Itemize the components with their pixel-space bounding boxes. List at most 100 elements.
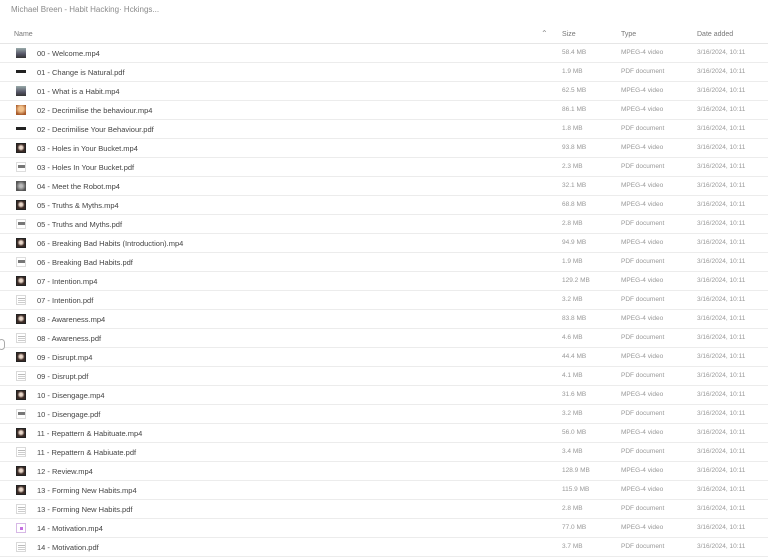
video-thumbnail-icon <box>16 238 26 248</box>
pdf-file-icon <box>16 257 26 267</box>
file-date-added: 3/16/2024, 10:11 <box>697 448 746 455</box>
file-size: 1.8 MB <box>562 125 583 132</box>
video-thumbnail-icon <box>16 105 26 115</box>
file-name: 07 - Intention.mp4 <box>37 277 98 286</box>
file-type: MPEG-4 video <box>621 239 664 246</box>
file-type: MPEG-4 video <box>621 353 664 360</box>
video-thumbnail-icon <box>16 428 26 438</box>
file-row[interactable]: 06 - Breaking Bad Habits.pdf 1.9 MB PDF do… <box>0 253 768 272</box>
video-thumbnail-icon <box>16 352 26 362</box>
file-name: 09 - Disrupt.pdf <box>37 372 89 381</box>
pdf-file-icon <box>16 219 26 229</box>
file-name: 05 - Truths and Myths.pdf <box>37 220 123 229</box>
file-size: 68.8 MB <box>562 201 587 208</box>
file-size: 115.9 MB <box>562 486 590 493</box>
file-type: MPEG-4 video <box>621 106 664 113</box>
file-date-added: 3/16/2024, 10:11 <box>697 543 746 550</box>
file-name: 03 - Holes In Your Bucket.pdf <box>37 163 135 172</box>
file-row[interactable]: 04 - Meet the Robot.mp4 32.1 MB MPEG-4 vid… <box>0 177 768 196</box>
file-name: 02 - Decrimilise Your Behaviour.pdf <box>37 125 154 134</box>
file-size: 3.2 MB <box>562 410 583 417</box>
file-type: MPEG-4 video <box>621 144 664 151</box>
column-header-row: Name ⌃ Size Type Date added <box>0 26 768 44</box>
pdf-file-icon <box>16 124 26 134</box>
file-row[interactable]: 06 - Breaking Bad Habits (Introduction).… <box>0 234 768 253</box>
file-row[interactable]: 10 - Disengage.mp4 31.6 MB MPEG-4 video 3/1… <box>0 386 768 405</box>
file-name: 13 - Forming New Habits.mp4 <box>37 486 137 495</box>
file-row[interactable]: 01 - What is a Habit.mp4 62.5 MB MPEG-4 vi… <box>0 82 768 101</box>
pdf-file-icon <box>16 162 26 172</box>
video-thumbnail-icon <box>16 276 26 286</box>
file-name: 02 - Decrimilise the behaviour.mp4 <box>37 106 153 115</box>
file-type: MPEG-4 video <box>621 182 664 189</box>
file-row[interactable]: 05 - Truths and Myths.pdf 2.8 MB PDF docum… <box>0 215 768 234</box>
file-row[interactable]: 07 - Intention.mp4 129.2 MB MPEG-4 video 3/… <box>0 272 768 291</box>
file-type: PDF document <box>621 410 665 417</box>
file-row[interactable]: 01 - Change is Natural.pdf 1.9 MB PDF docu… <box>0 63 768 82</box>
file-type: PDF document <box>621 258 665 265</box>
chevron-up-icon[interactable]: ⌃ <box>541 29 548 38</box>
file-row[interactable]: 11 - Repattern & Habituate.mp4 56.0 MB MPE… <box>0 424 768 443</box>
file-row[interactable]: 08 - Awareness.pdf 4.6 MB PDF document 3/16… <box>0 329 768 348</box>
file-row[interactable]: 09 - Disrupt.mp4 44.4 MB MPEG-4 video 3/16/… <box>0 348 768 367</box>
scroll-handle[interactable] <box>0 339 5 350</box>
file-name: 00 - Welcome.mp4 <box>37 49 100 58</box>
file-name: 04 - Meet the Robot.mp4 <box>37 182 120 191</box>
file-row[interactable]: 14 - Motivation.mp4 77.0 MB MPEG-4 video 3/… <box>0 519 768 538</box>
file-row[interactable]: 02 - Decrimilise the behaviour.mp4 86.1 M… <box>0 101 768 120</box>
file-size: 94.9 MB <box>562 239 587 246</box>
file-type: PDF document <box>621 372 665 379</box>
file-name: 05 - Truths & Myths.mp4 <box>37 201 119 210</box>
pdf-file-icon <box>16 504 26 514</box>
video-thumbnail-icon <box>16 181 26 191</box>
file-size: 3.2 MB <box>562 296 583 303</box>
column-header-type[interactable]: Type <box>621 31 636 38</box>
breadcrumb[interactable]: Michael Breen - Habit Hacking· Hckings..… <box>0 0 768 24</box>
column-header-size[interactable]: Size <box>562 31 576 38</box>
column-header-date-added[interactable]: Date added <box>697 31 733 38</box>
file-type: MPEG-4 video <box>621 49 664 56</box>
file-date-added: 3/16/2024, 10:11 <box>697 144 746 151</box>
file-date-added: 3/16/2024, 10:11 <box>697 296 746 303</box>
video-thumbnail-icon <box>16 485 26 495</box>
file-type: PDF document <box>621 334 665 341</box>
file-date-added: 3/16/2024, 10:11 <box>697 524 746 531</box>
file-size: 2.8 MB <box>562 220 583 227</box>
file-date-added: 3/16/2024, 10:11 <box>697 49 746 56</box>
file-date-added: 3/16/2024, 10:11 <box>697 334 746 341</box>
file-type: MPEG-4 video <box>621 315 664 322</box>
pdf-file-icon <box>16 295 26 305</box>
file-row[interactable]: 00 - Welcome.mp4 58.4 MB MPEG-4 video 3/16/… <box>0 44 768 63</box>
file-row[interactable]: 14 - Motivation.pdf 3.7 MB PDF document 3/1… <box>0 538 768 557</box>
file-name: 10 - Disengage.pdf <box>37 410 101 419</box>
file-name: 14 - Motivation.pdf <box>37 543 99 552</box>
file-date-added: 3/16/2024, 10:11 <box>697 239 746 246</box>
file-row[interactable]: 12 - Review.mp4 128.9 MB MPEG-4 video 3/16/… <box>0 462 768 481</box>
file-size: 86.1 MB <box>562 106 587 113</box>
file-row[interactable]: 13 - Forming New Habits.mp4 115.9 MB MPEG-… <box>0 481 768 500</box>
file-size: 4.1 MB <box>562 372 583 379</box>
file-type: MPEG-4 video <box>621 467 664 474</box>
column-header-name[interactable]: Name <box>14 31 33 38</box>
video-thumbnail-icon <box>16 523 26 533</box>
file-type: MPEG-4 video <box>621 391 664 398</box>
file-size: 83.8 MB <box>562 315 587 322</box>
file-row[interactable]: 09 - Disrupt.pdf 4.1 MB PDF document 3/16/2… <box>0 367 768 386</box>
file-row[interactable]: 03 - Holes in Your Bucket.mp4 93.8 MB MPEG… <box>0 139 768 158</box>
pdf-file-icon <box>16 371 26 381</box>
file-row[interactable]: 05 - Truths & Myths.mp4 68.8 MB MPEG-4 vid… <box>0 196 768 215</box>
file-name: 11 - Repattern & Habiuate.pdf <box>37 448 137 457</box>
file-row[interactable]: 02 - Decrimilise Your Behaviour.pdf 1.8 M… <box>0 120 768 139</box>
file-row[interactable]: 10 - Disengage.pdf 3.2 MB PDF document 3/16… <box>0 405 768 424</box>
file-size: 56.0 MB <box>562 429 587 436</box>
file-row[interactable]: 11 - Repattern & Habiuate.pdf 3.4 MB PDF d… <box>0 443 768 462</box>
file-size: 32.1 MB <box>562 182 587 189</box>
pdf-file-icon <box>16 447 26 457</box>
file-row[interactable]: 08 - Awareness.mp4 83.8 MB MPEG-4 video 3/1… <box>0 310 768 329</box>
file-row[interactable]: 03 - Holes In Your Bucket.pdf 2.3 MB PDF d… <box>0 158 768 177</box>
file-size: 77.0 MB <box>562 524 587 531</box>
video-thumbnail-icon <box>16 48 26 58</box>
file-row[interactable]: 07 - Intention.pdf 3.2 MB PDF document 3/16… <box>0 291 768 310</box>
file-date-added: 3/16/2024, 10:11 <box>697 391 746 398</box>
file-row[interactable]: 13 - Forming New Habits.pdf 2.8 MB PDF doc… <box>0 500 768 519</box>
